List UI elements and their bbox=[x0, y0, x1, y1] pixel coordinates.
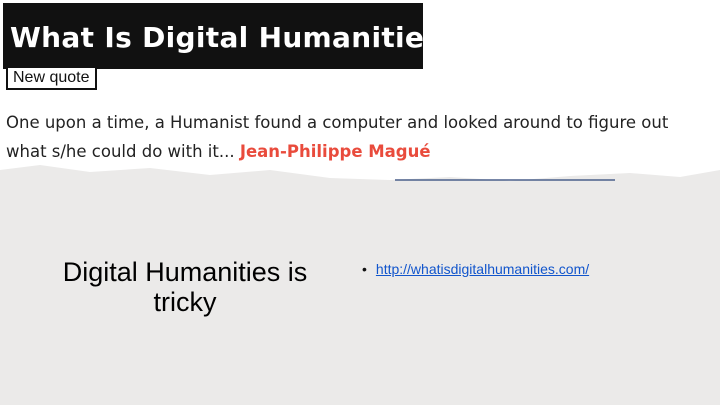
slide-link[interactable]: http://whatisdigitalhumanities.com/ bbox=[376, 259, 589, 279]
new-quote-button[interactable]: New quote bbox=[6, 66, 97, 90]
bullet-icon: • bbox=[362, 261, 367, 277]
quote-text-block: One upon a time, a Humanist found a comp… bbox=[6, 108, 714, 166]
slide-heading: Digital Humanities is tricky bbox=[62, 257, 308, 317]
list-item: • http://whatisdigitalhumanities.com/ bbox=[362, 259, 589, 279]
quote-author[interactable]: Jean-Philippe Magué bbox=[240, 142, 431, 161]
page: What Is Digital Humanities? New quote On… bbox=[0, 0, 720, 405]
title-banner: What Is Digital Humanities? bbox=[3, 3, 457, 69]
slide-link-list: • http://whatisdigitalhumanities.com/ bbox=[362, 259, 589, 279]
page-title: What Is Digital Humanities? bbox=[10, 21, 458, 54]
